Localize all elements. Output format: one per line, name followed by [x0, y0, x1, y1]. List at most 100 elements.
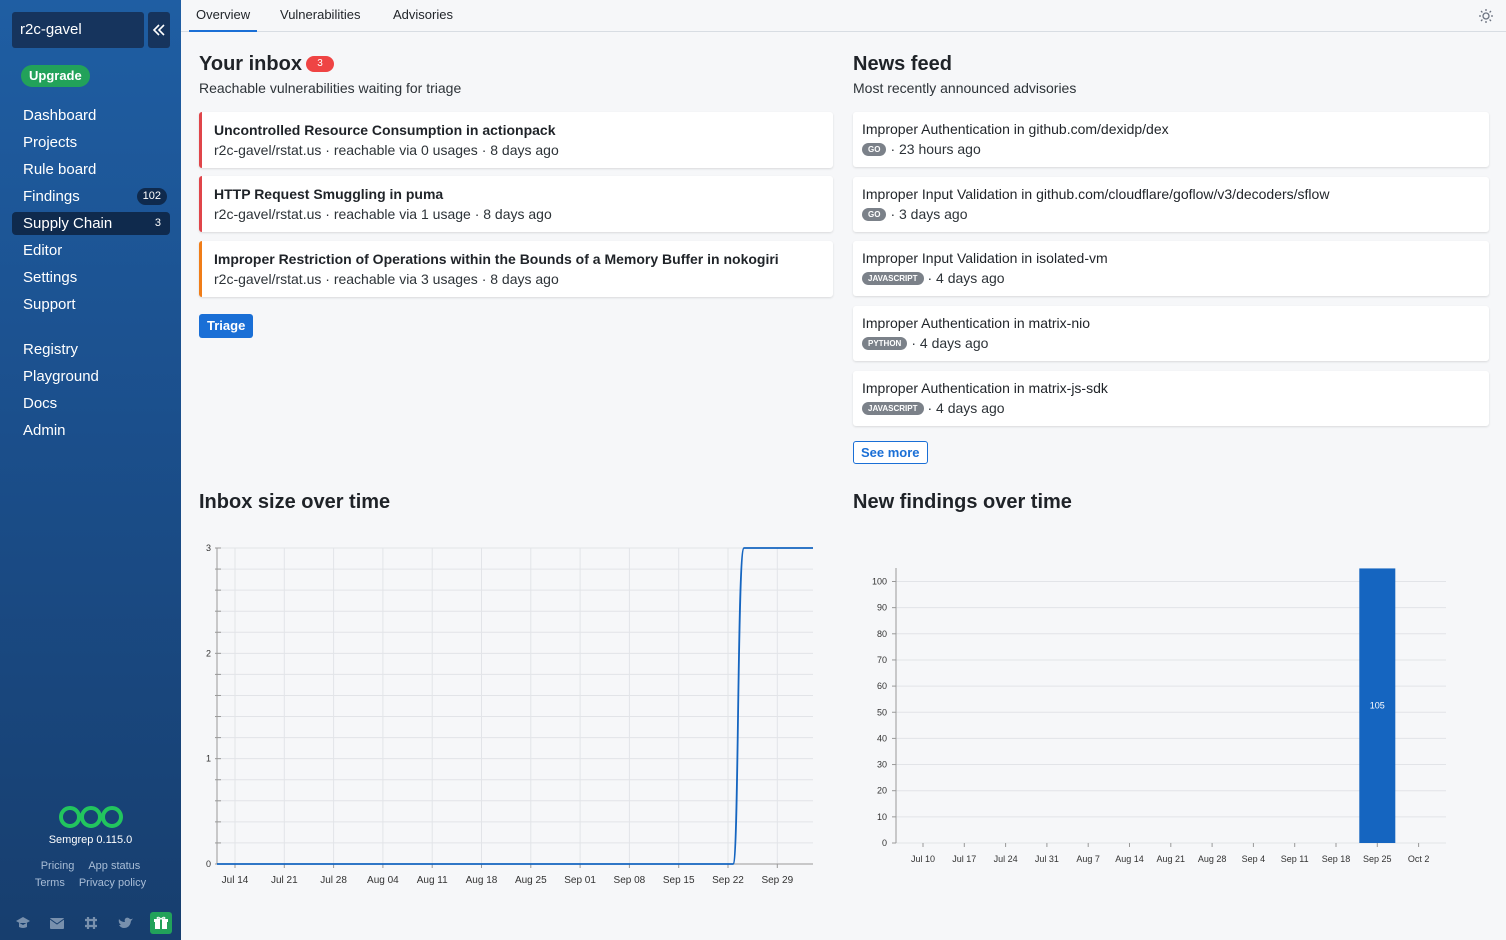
news-item-time: · 3 days ago — [890, 206, 968, 222]
inbox-count-badge: 3 — [306, 56, 334, 72]
inbox-item[interactable]: Uncontrolled Resource Consumption in act… — [199, 112, 833, 168]
triage-button[interactable]: Triage — [199, 314, 254, 338]
news-feed-subtitle: Most recently announced advisories — [853, 80, 1077, 96]
terms-link[interactable]: Terms — [35, 877, 65, 894]
x-tick-label: Aug 04 — [367, 875, 399, 886]
x-tick-label: Aug 11 — [417, 875, 448, 886]
series-line — [217, 547, 813, 865]
double-chevron-left-icon — [152, 24, 165, 36]
x-tick-label: Oct 2 — [1408, 854, 1430, 864]
sidebar-item-supply-chain[interactable]: Supply Chain 3 — [12, 212, 170, 235]
mail-icon[interactable] — [46, 912, 68, 934]
gift-icon[interactable] — [150, 912, 172, 934]
see-more-button[interactable]: See more — [853, 441, 928, 464]
inbox-item-title[interactable]: Improper Restriction of Operations withi… — [214, 251, 779, 267]
news-item-title[interactable]: Improper Authentication in matrix-js-sdk — [862, 380, 1108, 396]
y-tick-label: 40 — [877, 733, 887, 743]
news-item-time: · 4 days ago — [927, 400, 1005, 416]
sidebar-item-label: Admin — [23, 422, 66, 439]
x-tick-label: Sep 29 — [761, 875, 793, 886]
version-label: Semgrep 0.115.0 — [48, 834, 133, 846]
news-item-time: · 4 days ago — [911, 335, 989, 351]
x-tick-label: Aug 28 — [1198, 854, 1227, 864]
x-tick-label: Sep 22 — [712, 875, 744, 886]
inbox-item-meta: r2c-gavel/rstat.us · reachable via 1 usa… — [214, 206, 552, 222]
inbox-item-title[interactable]: HTTP Request Smuggling in puma — [214, 186, 443, 202]
sun-icon[interactable] — [1478, 8, 1494, 24]
sidebar: r2c-gavel Upgrade Dashboard Projects Rule … — [0, 0, 181, 940]
tab-overview[interactable]: Overview — [189, 0, 258, 32]
secondary-nav: Registry Playground Docs Admin — [12, 338, 170, 446]
x-tick-label: Jul 31 — [1035, 854, 1059, 864]
top-tab-bar: Overview Vulnerabilities Advisories — [181, 0, 1506, 32]
sidebar-item-rule-board[interactable]: Rule board — [12, 158, 170, 181]
news-item[interactable]: Improper Input Validation in isolated-vm… — [853, 241, 1489, 296]
sidebar-item-label: Registry — [23, 341, 79, 358]
language-badge: JAVASCRIPT — [862, 401, 924, 415]
language-badge: GO — [862, 207, 887, 221]
sidebar-item-label: Playground — [23, 368, 99, 385]
news-item[interactable]: Improper Input Validation in github.com/… — [853, 177, 1489, 232]
sidebar-item-admin[interactable]: Admin — [12, 419, 170, 442]
x-tick-label: Aug 21 — [1157, 854, 1186, 864]
news-item-title[interactable]: Improper Authentication in matrix-nio — [862, 315, 1090, 331]
semgrep-logo — [59, 806, 123, 828]
org-selector[interactable]: r2c-gavel — [12, 12, 144, 48]
inbox-item-meta: r2c-gavel/rstat.us · reachable via 3 usa… — [214, 271, 559, 287]
news-item[interactable]: Improper Authentication in github.com/de… — [853, 112, 1489, 167]
sidebar-item-label: Findings — [23, 188, 80, 205]
sidebar-item-docs[interactable]: Docs — [12, 392, 170, 415]
twitter-icon[interactable] — [114, 912, 136, 934]
sidebar-item-label: Editor — [23, 242, 63, 259]
x-tick-label: Aug 14 — [1115, 854, 1144, 864]
privacy-policy-link[interactable]: Privacy policy — [79, 877, 146, 894]
sidebar-item-editor[interactable]: Editor — [12, 239, 170, 262]
inbox-title: Your inbox — [199, 53, 302, 75]
x-tick-label: Jul 17 — [952, 854, 976, 864]
slack-icon[interactable] — [80, 912, 102, 934]
pricing-link[interactable]: Pricing — [41, 860, 75, 877]
sidebar-item-registry[interactable]: Registry — [12, 338, 170, 361]
sidebar-item-projects[interactable]: Projects — [12, 131, 170, 154]
inbox-subtitle: Reachable vulnerabilities waiting for tr… — [199, 80, 462, 96]
graduation-cap-icon[interactable] — [12, 912, 34, 934]
language-badge: GO — [862, 142, 887, 156]
sidebar-item-findings[interactable]: Findings 102 — [12, 185, 170, 208]
news-item[interactable]: Improper Authentication in matrix-js-sdk… — [853, 371, 1489, 426]
sidebar-item-support[interactable]: Support — [12, 293, 170, 316]
news-item-title[interactable]: Improper Input Validation in github.com/… — [862, 186, 1329, 202]
x-tick-label: Sep 01 — [564, 875, 596, 886]
news-item[interactable]: Improper Authentication in matrix-nio PYT… — [853, 306, 1489, 361]
y-tick-label: 50 — [877, 707, 887, 717]
tab-advisories[interactable]: Advisories — [393, 0, 453, 32]
inbox-item-title[interactable]: Uncontrolled Resource Consumption in act… — [214, 122, 555, 138]
sidebar-item-settings[interactable]: Settings — [12, 266, 170, 289]
x-tick-label: Sep 08 — [614, 875, 646, 886]
x-tick-label: Sep 11 — [1281, 854, 1309, 864]
count-badge: 3 — [154, 217, 161, 229]
news-item-title[interactable]: Improper Authentication in github.com/de… — [862, 121, 1169, 137]
app-status-link[interactable]: App status — [88, 860, 140, 877]
collapse-sidebar-button[interactable] — [148, 12, 170, 48]
inbox-chart-title: Inbox size over time — [199, 491, 391, 513]
news-feed-title: News feed — [853, 53, 952, 75]
x-tick-label: Sep 25 — [1363, 854, 1392, 864]
inbox-item[interactable]: HTTP Request Smuggling in puma r2c-gavel/… — [199, 176, 833, 232]
upgrade-button[interactable]: Upgrade — [21, 65, 90, 87]
y-tick-label: 30 — [877, 760, 887, 770]
y-tick-label: 10 — [877, 812, 887, 822]
y-tick-label: 90 — [877, 603, 887, 613]
x-tick-label: Jul 28 — [320, 875, 347, 886]
sidebar-item-dashboard[interactable]: Dashboard — [12, 104, 170, 127]
x-tick-label: Jul 14 — [222, 875, 249, 886]
sidebar-item-playground[interactable]: Playground — [12, 365, 170, 388]
news-item-title[interactable]: Improper Input Validation in isolated-vm — [862, 250, 1108, 266]
x-tick-label: Sep 4 — [1242, 854, 1266, 864]
tab-vulnerabilities[interactable]: Vulnerabilities — [280, 0, 360, 32]
sidebar-item-label: Support — [23, 296, 76, 313]
y-tick-label: 20 — [877, 786, 887, 796]
inbox-item[interactable]: Improper Restriction of Operations withi… — [199, 241, 833, 297]
y-tick-label: 80 — [877, 629, 887, 639]
x-tick-label: Sep 15 — [663, 875, 695, 886]
sidebar-item-label: Settings — [23, 269, 78, 286]
